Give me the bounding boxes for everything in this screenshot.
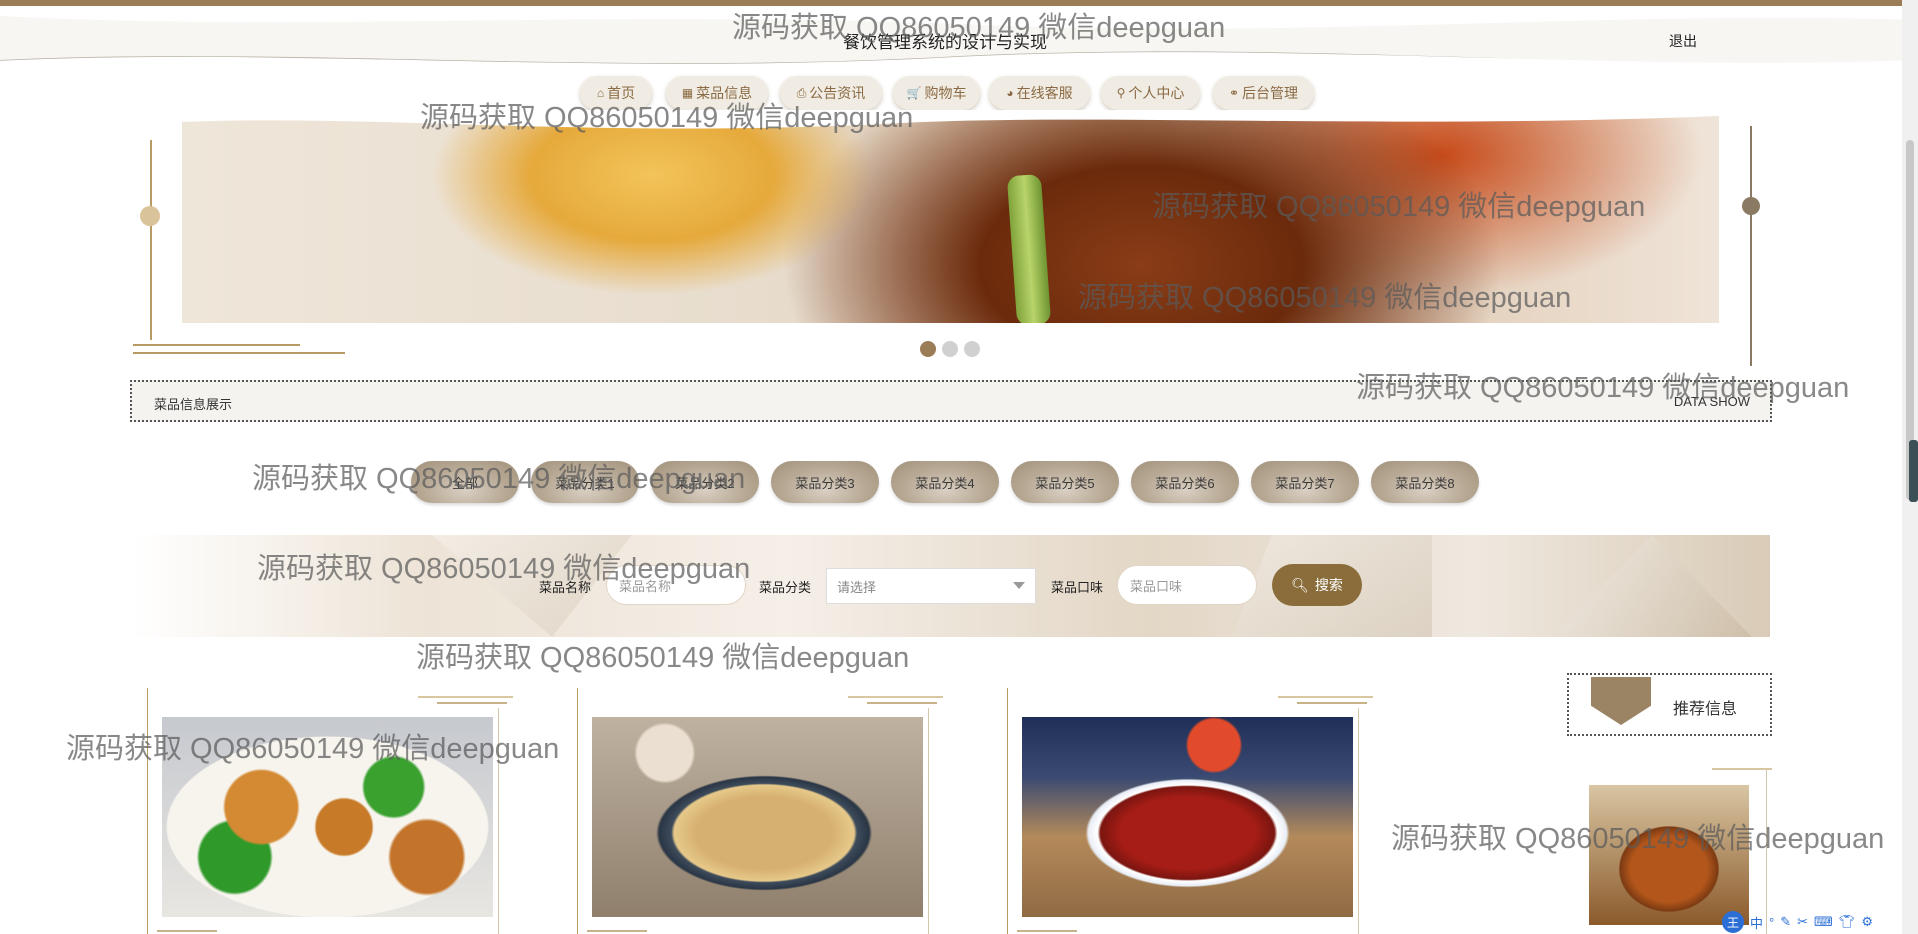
decor-facet — [1552, 535, 1752, 637]
gear-icon[interactable]: ⚙ — [1861, 914, 1873, 930]
main-nav: ⌂ 首页 ▦ 菜品信息 ⎙ 公告资讯 🛒 购物车 ◕ 在线客服 ⚲ 个人中心 ⚭ 后台管理 — [0, 76, 1918, 110]
dish-name-input[interactable]: 菜品名称 — [606, 565, 746, 605]
section-subtitle: DATA SHOW — [1673, 394, 1750, 409]
decor-facet — [432, 535, 632, 637]
category-pill[interactable]: 菜品分类4 — [891, 461, 999, 503]
logout-link[interactable]: 退出 — [1669, 31, 1697, 51]
notice-icon: ⎙ — [796, 85, 807, 100]
category-pill[interactable]: 菜品分类5 — [1011, 461, 1119, 503]
banner-carousel[interactable] — [182, 115, 1719, 323]
ribbon-icon — [1591, 677, 1651, 725]
category-all[interactable]: 全部 — [411, 461, 519, 503]
dish-taste-label: 菜品口味 — [1051, 580, 1104, 595]
banner-frame-line — [150, 140, 152, 340]
carousel-dot[interactable] — [942, 341, 958, 357]
banner-deco-line — [133, 352, 345, 354]
banner-frame-dot — [140, 206, 160, 226]
banner-garnish — [1006, 173, 1052, 323]
nav-cart[interactable]: 🛒 购物车 — [893, 76, 980, 110]
recommend-title: 推荐信息 — [1673, 701, 1738, 718]
dish-image[interactable] — [592, 717, 923, 917]
category-pill[interactable]: 菜品分类2 — [651, 461, 759, 503]
nav-home[interactable]: ⌂ 首页 — [580, 76, 652, 110]
home-icon: ⌂ — [596, 86, 605, 100]
link-icon: ⚭ — [1228, 86, 1240, 100]
ime-toolbar[interactable]: 王 中 ° ✎ ✂ ⌨ 👕︎ ⚙ — [1722, 910, 1918, 934]
carousel-indicators — [920, 341, 980, 357]
section-title: 菜品信息展示 — [154, 397, 233, 412]
dish-card[interactable] — [567, 688, 943, 934]
ime-mode[interactable]: 中 — [1750, 913, 1763, 932]
cart-icon: 🛒 — [906, 86, 922, 100]
nav-user-center[interactable]: ⚲ 个人中心 — [1101, 76, 1200, 110]
category-pill[interactable]: 菜品分类6 — [1131, 461, 1239, 503]
dish-taste-input[interactable]: 菜品口味 — [1117, 565, 1257, 605]
chevron-down-icon — [1013, 582, 1025, 589]
category-pill[interactable]: 菜品分类3 — [771, 461, 879, 503]
scissors-icon[interactable]: ✂ — [1797, 914, 1808, 930]
side-tab[interactable] — [1909, 440, 1918, 502]
search-icon: 🔍︎ — [1291, 576, 1309, 593]
chat-icon: ◕ — [1006, 86, 1014, 100]
banner-frame-dot — [1742, 197, 1760, 215]
dish-category-label: 菜品分类 — [759, 580, 812, 595]
category-pill[interactable]: 菜品分类8 — [1371, 461, 1479, 503]
nav-news[interactable]: ⎙ 公告资讯 — [780, 76, 882, 110]
recommend-header: 推荐信息 — [1567, 673, 1772, 736]
banner-frame-line — [1750, 126, 1752, 366]
punctuation-icon[interactable]: ° — [1769, 915, 1774, 930]
carousel-dot[interactable] — [964, 341, 980, 357]
dish-name-label: 菜品名称 — [539, 580, 592, 595]
shirt-icon[interactable]: 👕︎ — [1839, 914, 1856, 930]
dish-image[interactable] — [1022, 717, 1353, 917]
user-icon: ⚲ — [1116, 86, 1126, 100]
banner-deco-line — [133, 344, 300, 346]
dish-category-select[interactable]: 请选择 — [826, 568, 1036, 604]
keyboard-icon[interactable]: ⌨ — [1814, 914, 1833, 930]
nav-online-service[interactable]: ◕ 在线客服 — [989, 76, 1090, 110]
grid-icon: ▦ — [681, 86, 694, 100]
nav-admin[interactable]: ⚭ 后台管理 — [1213, 76, 1314, 110]
nav-dishes[interactable]: ▦ 菜品信息 — [666, 76, 768, 110]
ime-logo-icon: 王 — [1722, 911, 1744, 933]
watermark: 源码获取 QQ86050149 微信deepguan — [416, 642, 910, 674]
dish-image[interactable] — [162, 717, 493, 917]
carousel-dot[interactable] — [920, 341, 936, 357]
category-pill[interactable]: 菜品分类7 — [1251, 461, 1359, 503]
recommend-image[interactable] — [1589, 785, 1749, 925]
section-header: 菜品信息展示 DATA SHOW — [130, 380, 1772, 422]
banner-wave — [182, 110, 1719, 129]
dish-card[interactable] — [997, 688, 1373, 934]
search-button[interactable]: 🔍︎ 搜索 — [1272, 564, 1362, 606]
category-pill[interactable]: 菜品分类1 — [531, 461, 639, 503]
site-title: 餐饮管理系统的设计与实现 — [843, 33, 1047, 52]
pen-icon[interactable]: ✎ — [1780, 914, 1791, 930]
dish-card[interactable] — [137, 688, 513, 934]
